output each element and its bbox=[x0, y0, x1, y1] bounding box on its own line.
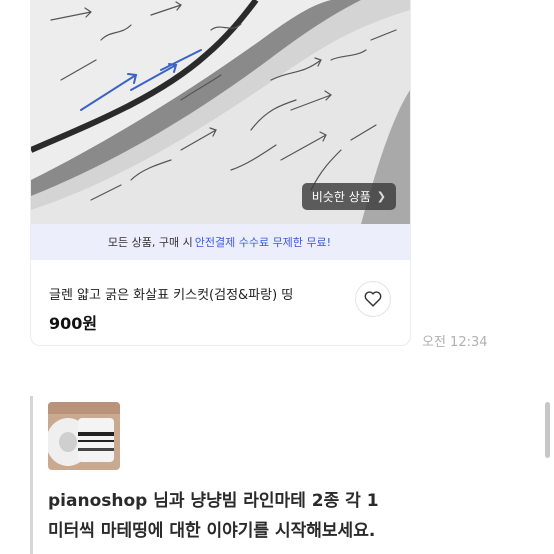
related-product-thumbnail[interactable] bbox=[48, 402, 120, 470]
safe-payment-banner[interactable]: 모든 상품, 구매 시 안전결제 수수료 무제한 무료! bbox=[31, 224, 410, 260]
like-button[interactable] bbox=[355, 281, 391, 317]
similar-items-label: 비슷한 상품 bbox=[311, 190, 371, 204]
chat-notice-line-1: pianoshop 님과 냥냥빔 라인마테 2종 각 1 bbox=[48, 491, 379, 511]
promo-prefix: 모든 상품, 구매 시 bbox=[107, 236, 193, 249]
quote-divider bbox=[30, 396, 33, 554]
product-title[interactable]: 글렌 얇고 굵은 화살표 키스컷(검정&파랑) 띵 bbox=[49, 284, 293, 303]
scrollbar[interactable] bbox=[545, 402, 550, 458]
promo-highlight: 안전결제 수수료 무제한 무료! bbox=[194, 236, 332, 249]
chat-notice-line-2: 미터씩 마테띵에 대한 이야기를 시작해보세요. bbox=[48, 521, 376, 541]
product-image[interactable]: 비슷한 상품 ❯ bbox=[31, 0, 410, 224]
chat-start-notice: pianoshop 님과 냥냥빔 라인마테 2종 각 1 미터씩 마테띵에 대한… bbox=[48, 486, 528, 546]
chevron-right-icon: ❯ bbox=[376, 190, 386, 203]
message-timestamp: 오전 12:34 bbox=[422, 335, 488, 350]
tape-rolls-image bbox=[48, 402, 120, 470]
similar-items-button[interactable]: 비슷한 상품 ❯ bbox=[301, 183, 396, 210]
product-card[interactable]: 비슷한 상품 ❯ 모든 상품, 구매 시 안전결제 수수료 무제한 무료! 글렌… bbox=[30, 0, 411, 346]
product-price: 900원 bbox=[49, 314, 98, 333]
heart-icon bbox=[364, 291, 382, 307]
